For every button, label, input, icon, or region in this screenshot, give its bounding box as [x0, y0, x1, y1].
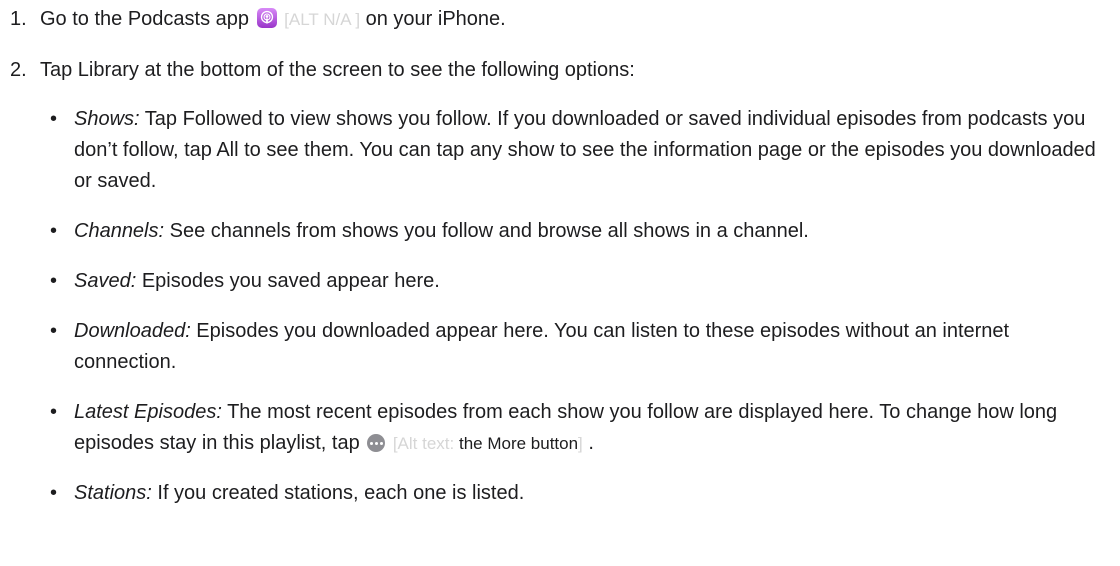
more-icon-alt-prefix: [Alt text:	[392, 434, 459, 453]
step-number: 1.	[10, 8, 27, 30]
step-2-text: Tap Library at the bottom of the screen …	[40, 59, 635, 81]
option-term: Shows:	[74, 108, 140, 130]
bullet-marker: •	[50, 108, 58, 130]
option-channels: • Channels: See channels from shows you f…	[40, 216, 1120, 247]
option-shows: • Shows: Tap Followed to view shows you f…	[40, 104, 1120, 197]
option-term: Stations:	[74, 482, 152, 504]
option-term: Latest Episodes:	[74, 401, 222, 423]
bullet-marker: •	[50, 482, 58, 504]
option-term: Channels:	[74, 220, 165, 242]
bullet-marker: •	[50, 220, 58, 242]
step-1-text-after: on your iPhone.	[360, 8, 506, 30]
step-2: 2. Tap Library at the bottom of the scre…	[0, 55, 1120, 509]
podcasts-icon-alt-text: [ALT N/A ]	[284, 10, 361, 29]
instructions-list: 1. Go to the Podcasts app [ALT N/A ] on …	[0, 4, 1120, 529]
option-description: Episodes you saved appear here.	[136, 270, 440, 292]
more-icon-alt-label: the More button	[458, 434, 579, 453]
option-description: Episodes you downloaded appear here. You…	[74, 320, 1010, 373]
option-downloaded: • Downloaded: Episodes you downloaded app…	[40, 316, 1120, 378]
option-description: If you created stations, each one is lis…	[151, 482, 525, 504]
option-text-after: .	[582, 432, 594, 454]
step-1: 1. Go to the Podcasts app [ALT N/A ] on …	[0, 4, 1120, 35]
step-number: 2.	[10, 59, 27, 81]
option-latest-episodes: • Latest Episodes: The most recent episod…	[40, 397, 1120, 459]
option-term: Downloaded:	[74, 320, 191, 342]
option-term: Saved:	[74, 270, 137, 292]
option-stations: • Stations: If you created stations, each…	[40, 478, 1120, 509]
option-description: See channels from shows you follow and b…	[164, 220, 809, 242]
more-button-icon	[367, 434, 386, 452]
step-1-text-before: Go to the Podcasts app	[40, 8, 255, 30]
library-options-list: • Shows: Tap Followed to view shows you f…	[40, 104, 1120, 509]
option-description: Tap Followed to view shows you follow. I…	[74, 108, 1096, 192]
option-saved: • Saved: Episodes you saved appear here.	[40, 266, 1120, 297]
bullet-marker: •	[50, 401, 58, 423]
bullet-marker: •	[50, 270, 58, 292]
bullet-marker: •	[50, 320, 58, 342]
podcasts-app-icon	[256, 8, 277, 28]
